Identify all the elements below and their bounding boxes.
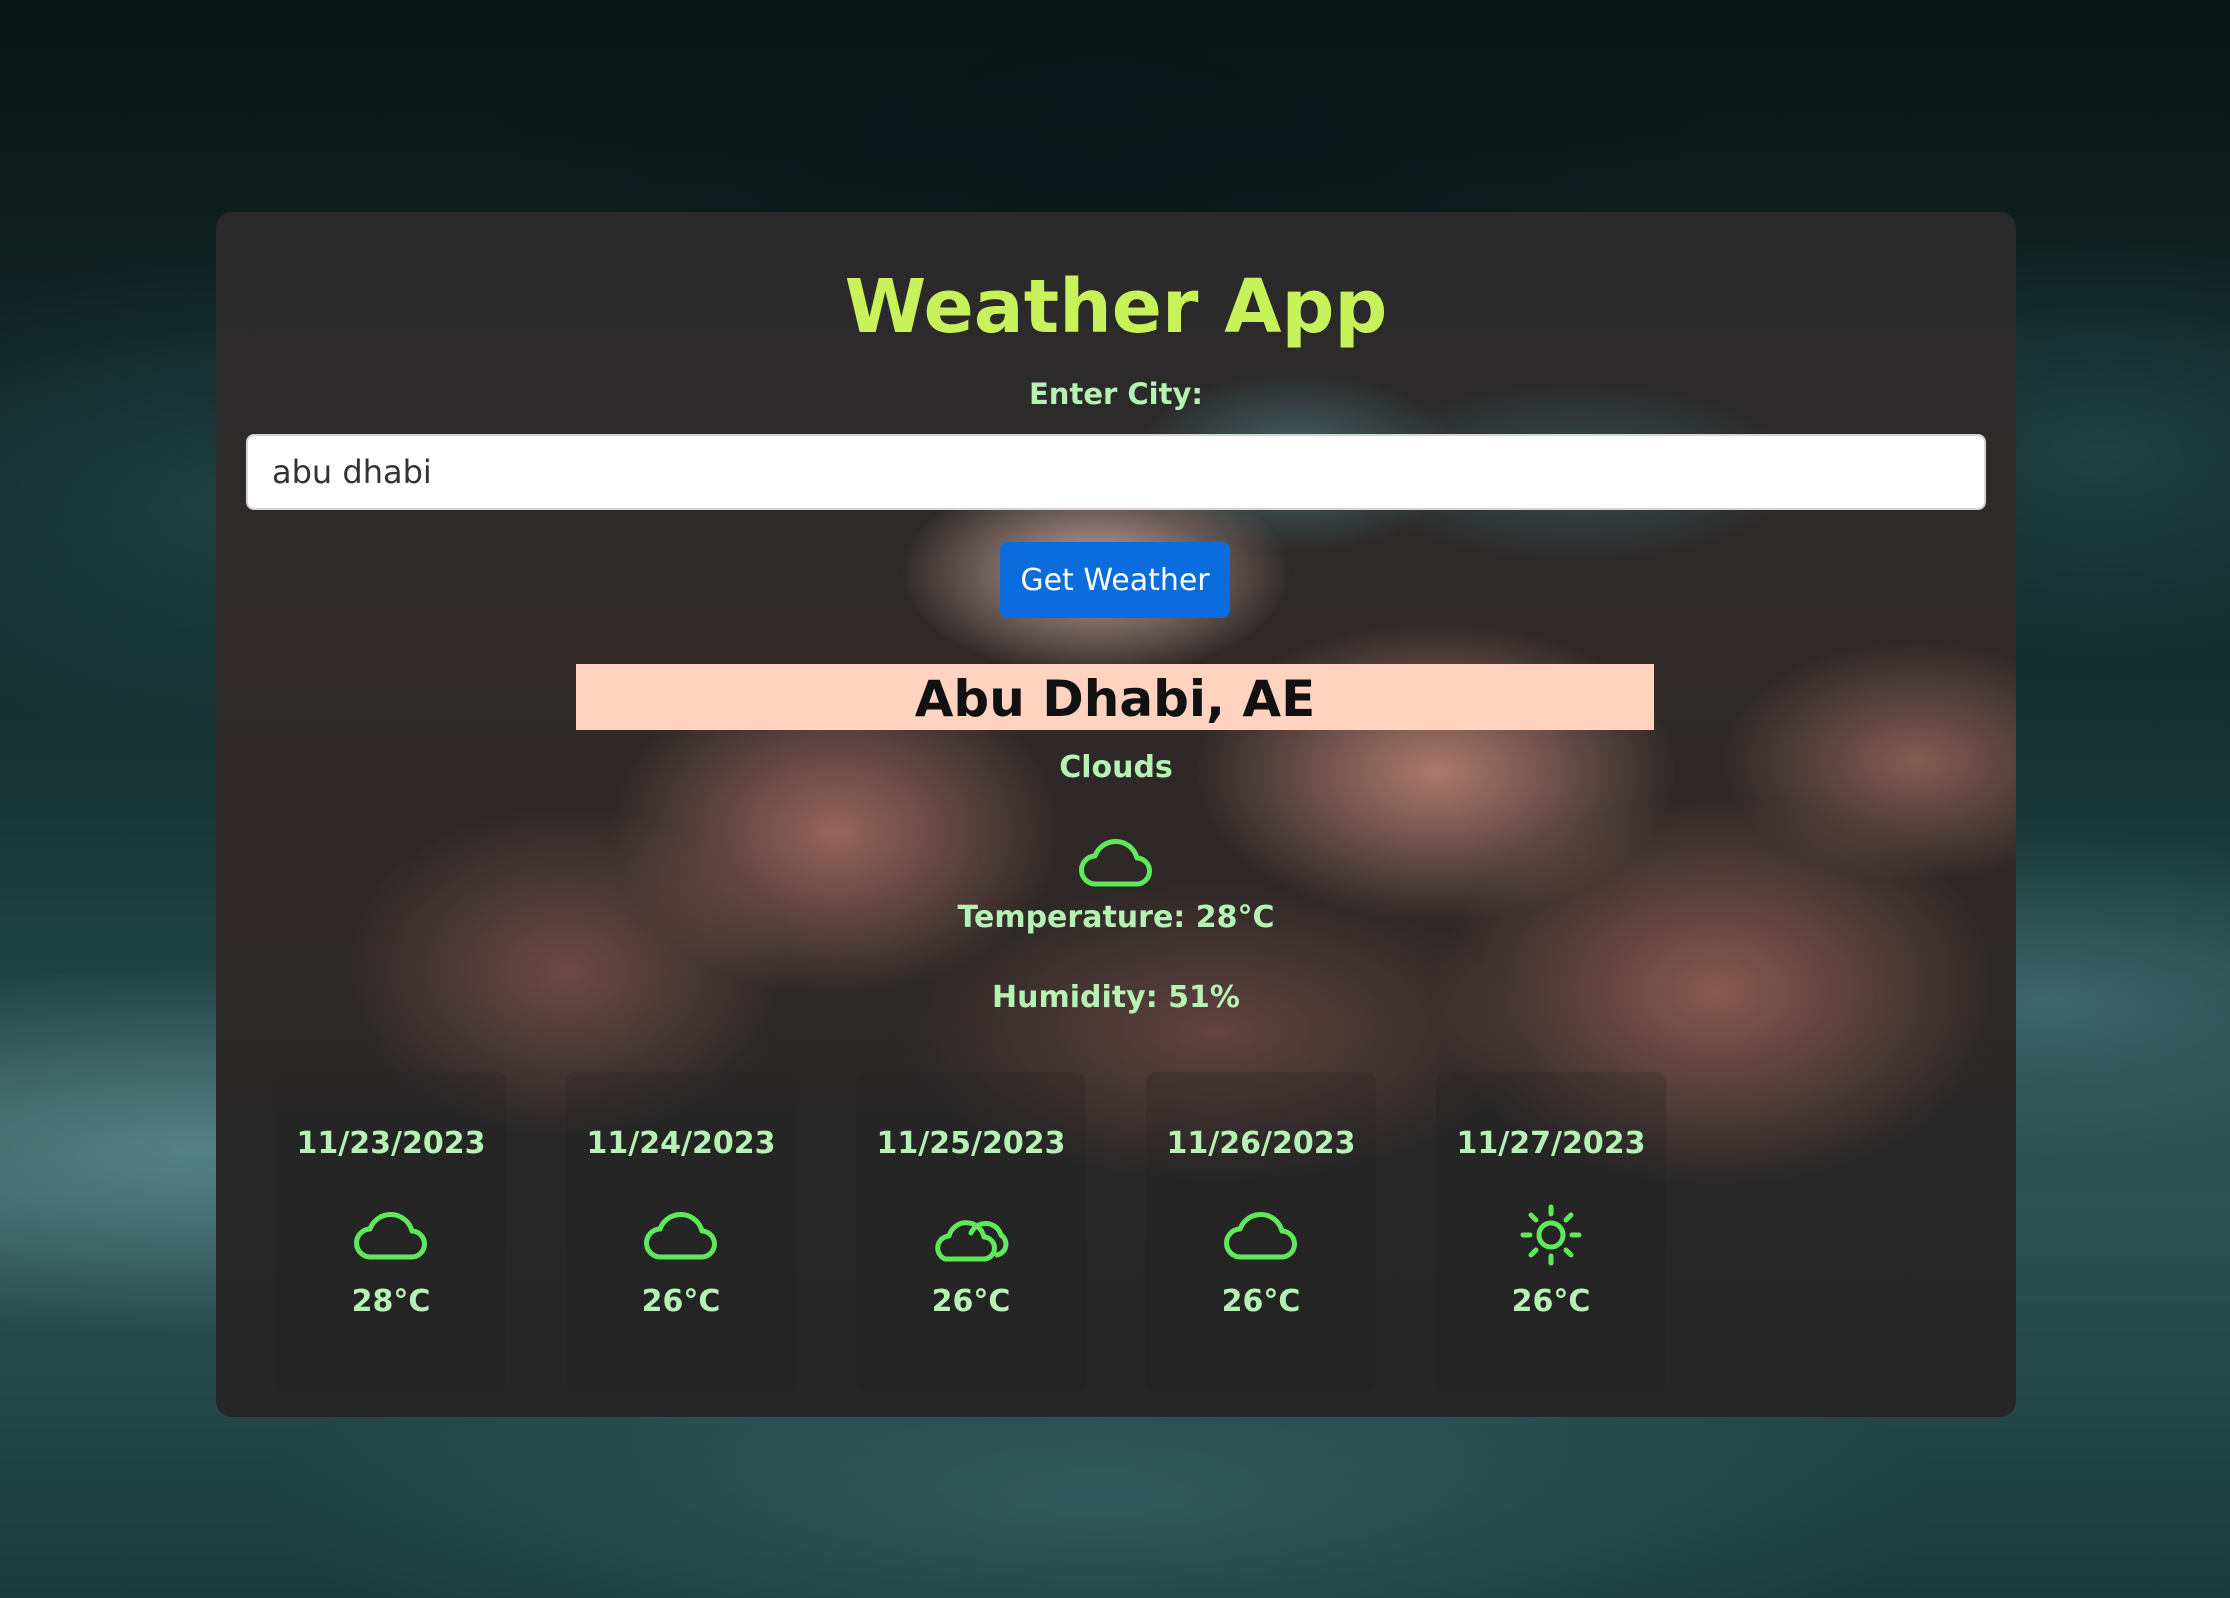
humidity-text: Humidity: 51%: [992, 980, 1240, 1015]
forecast-date: 11/23/2023: [296, 1126, 486, 1161]
cloud-icon: [1224, 1211, 1297, 1260]
city-input[interactable]: [246, 434, 1986, 510]
city-label: Enter City:: [1029, 377, 1203, 411]
weather-card: Weather App Enter City: Get Weather Abu …: [216, 212, 2016, 1417]
cloud-icon: [1079, 838, 1152, 887]
forecast-temp: 26°C: [1221, 1284, 1301, 1319]
cloud-icon: [354, 1211, 427, 1260]
forecast-list: 11/23/2023 28°C 11/24/2023 26°C 11/25/20…: [276, 1072, 1876, 1392]
forecast-day: 11/26/2023 26°C: [1146, 1072, 1376, 1392]
forecast-date: 11/24/2023: [586, 1126, 776, 1161]
forecast-date: 11/26/2023: [1166, 1126, 1356, 1161]
forecast-day: 11/25/2023 26°C: [856, 1072, 1086, 1392]
forecast-date: 11/25/2023: [876, 1126, 1066, 1161]
cloud-icon: [644, 1211, 717, 1260]
temperature-text: Temperature: 28°C: [957, 900, 1275, 935]
sun-icon: [1520, 1204, 1582, 1266]
city-name: Abu Dhabi, AE: [576, 664, 1654, 730]
clouds-icon: [935, 1220, 1009, 1262]
forecast-date: 11/27/2023: [1456, 1126, 1646, 1161]
forecast-temp: 28°C: [351, 1284, 431, 1319]
forecast-day: 11/24/2023 26°C: [566, 1072, 796, 1392]
forecast-day: 11/23/2023 28°C: [276, 1072, 506, 1392]
forecast-temp: 26°C: [1511, 1284, 1591, 1319]
forecast-day: 11/27/2023 26°C: [1436, 1072, 1666, 1392]
get-weather-button[interactable]: Get Weather: [1000, 542, 1230, 618]
forecast-temp: 26°C: [931, 1284, 1011, 1319]
app-title: Weather App: [844, 264, 1388, 350]
forecast-temp: 26°C: [641, 1284, 721, 1319]
weather-condition: Clouds: [1059, 750, 1173, 785]
